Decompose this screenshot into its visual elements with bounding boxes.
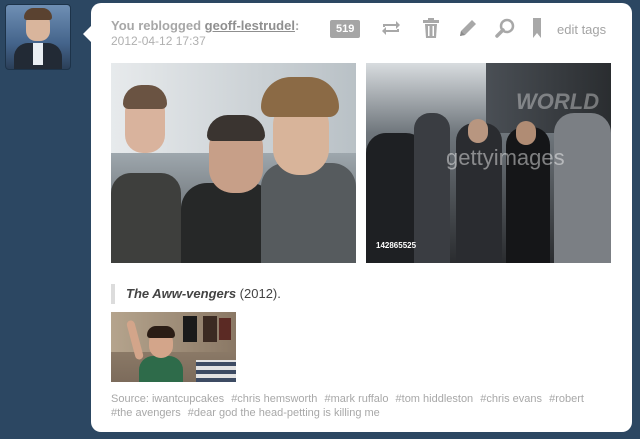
caption-gif[interactable]: [111, 312, 236, 382]
photo-left-figure2-hair: [207, 115, 265, 141]
edit-tags-link[interactable]: edit tags: [557, 22, 606, 37]
reblog-prefix: You reblogged: [111, 18, 202, 33]
gif-person-shirt: [139, 356, 183, 382]
gif-poster3: [219, 318, 231, 340]
post-timestamp: 2012-04-12 17:37: [111, 34, 206, 48]
photo-left[interactable]: [111, 63, 356, 263]
post-tags: Source: iwantcupcakes #chris hemsworth #…: [111, 392, 611, 420]
reblog-icon: [382, 21, 400, 35]
post-caption: The Aww-vengers (2012).: [111, 284, 281, 304]
photo-right-figure4-face: [516, 121, 536, 145]
photo-right-getty-watermark: gettyimages: [446, 145, 565, 170]
tag-link[interactable]: #robert: [549, 393, 584, 405]
photo-right-figure2: [414, 113, 450, 263]
notes-count-badge[interactable]: 519: [330, 20, 361, 38]
gif-poster1: [183, 316, 197, 342]
post-pointer: [83, 26, 91, 42]
photo-right-figure5: [554, 113, 611, 263]
avatar-shirt: [33, 43, 43, 65]
tag-link[interactable]: #tom hiddleston: [396, 393, 474, 405]
photo-right[interactable]: WORLD gettyimages 142865525: [366, 63, 611, 263]
tag-link[interactable]: #chris hemsworth: [231, 393, 317, 405]
gif-bed: [196, 360, 236, 382]
search-icon: [495, 18, 515, 38]
reblog-source-user-link[interactable]: geoff-lestrudel: [205, 18, 295, 33]
tag-link[interactable]: #chris evans: [480, 393, 542, 405]
photo-right-sign-text: WORLD: [516, 89, 600, 114]
reblog-suffix: :: [294, 18, 300, 33]
bookmark-button[interactable]: [525, 16, 549, 40]
photo-right-figure3: [456, 123, 502, 263]
photo-left-figure1-suit: [111, 173, 181, 263]
search-button[interactable]: [493, 16, 517, 40]
gif-poster2: [203, 316, 217, 342]
tag-link[interactable]: #the avengers: [111, 407, 181, 419]
bookmark-icon: [533, 18, 541, 38]
user-avatar[interactable]: [5, 4, 71, 70]
gif-person-hair: [147, 326, 175, 338]
photo-right-image-number: 142865525: [376, 241, 417, 250]
delete-icon: [423, 18, 439, 38]
tag-link[interactable]: #mark ruffalo: [324, 393, 388, 405]
photo-left-figure3-suit: [261, 163, 356, 263]
caption-year: (2012).: [239, 286, 281, 301]
edit-icon: [460, 20, 476, 36]
caption-title: The Aww-vengers: [126, 286, 237, 301]
reblog-button[interactable]: [379, 16, 403, 40]
avatar-hair: [24, 8, 52, 20]
source-link[interactable]: Source: iwantcupcakes: [111, 393, 224, 405]
reblog-info: You reblogged geoff-lestrudel:: [111, 18, 299, 33]
edit-button[interactable]: [456, 16, 480, 40]
photo-left-figure3-hair: [261, 77, 339, 117]
delete-button[interactable]: [419, 16, 443, 40]
photo-left-figure1-hair: [123, 85, 167, 109]
photo-right-figure3-face: [468, 119, 488, 143]
tag-link[interactable]: #dear god the head-petting is killing me: [188, 407, 380, 419]
dashboard-post: You reblogged geoff-lestrudel: 2012-04-1…: [91, 3, 632, 432]
